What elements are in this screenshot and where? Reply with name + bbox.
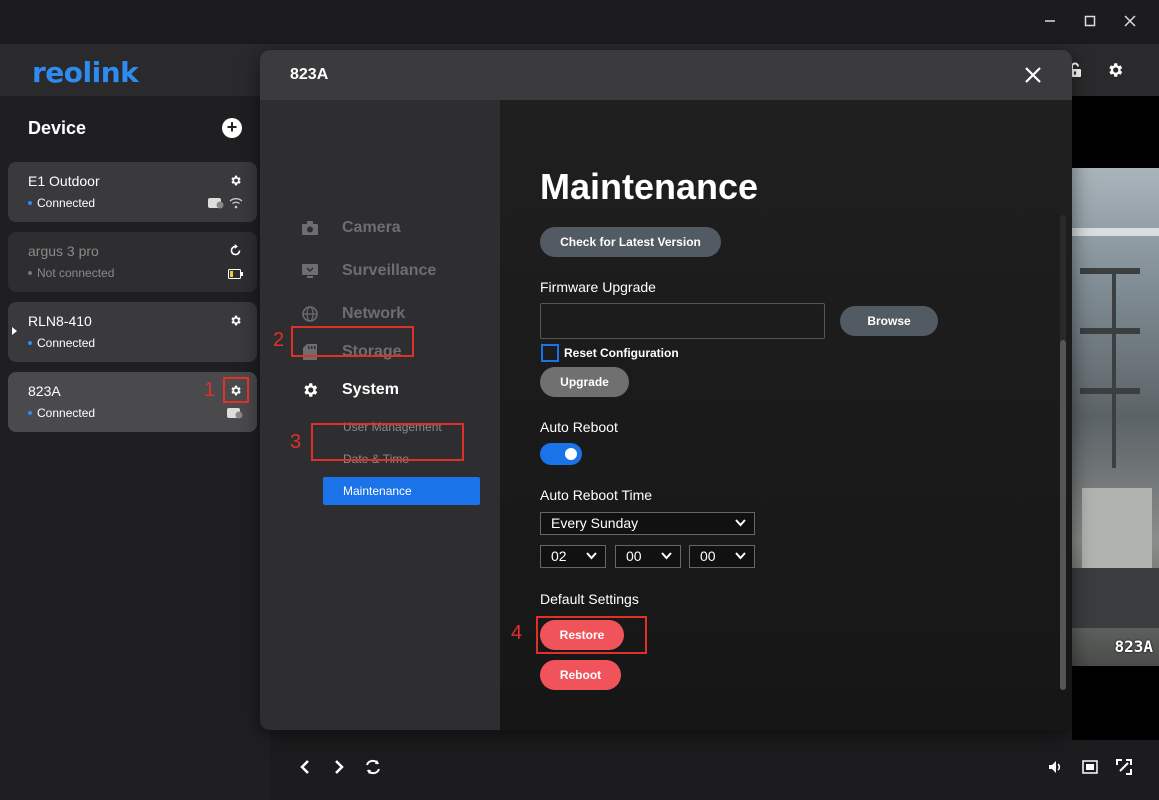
camera-icon (300, 218, 320, 238)
expand-arrow-icon[interactable] (12, 327, 17, 335)
browse-button[interactable]: Browse (840, 306, 938, 336)
chevron-right-icon[interactable] (330, 758, 348, 776)
fullscreen-icon[interactable] (1115, 758, 1133, 776)
device-status: Connected (28, 196, 95, 210)
window-controls (1041, 12, 1139, 30)
nav-item-network[interactable]: Network (300, 302, 405, 326)
annotation-box-3 (311, 423, 464, 461)
playback-toolbar (270, 740, 1159, 800)
annotation-number-1: 1 (204, 379, 216, 401)
device-settings-modal: 823A Camera Surveillance Network Storage… (260, 50, 1072, 730)
device-settings-gear-icon[interactable] (227, 172, 243, 188)
battery-icon (228, 266, 243, 284)
chevron-down-icon (733, 548, 747, 564)
device-settings-gear-icon[interactable] (227, 312, 243, 328)
settings-nav: Camera Surveillance Network Storage Syst… (260, 100, 500, 730)
nav-item-camera[interactable]: Camera (300, 216, 401, 240)
device-name: RLN8-410 (28, 313, 92, 329)
reboot-minute-select[interactable]: 00 (615, 545, 681, 568)
globe-icon (300, 304, 320, 324)
device-status: Not connected (28, 266, 114, 280)
device-item-e1-outdoor[interactable]: E1 Outdoor Connected (8, 162, 257, 222)
reset-configuration-checkbox[interactable] (541, 344, 559, 362)
scroll-thumb[interactable] (1060, 340, 1066, 690)
camera-card-icon (208, 196, 224, 214)
reboot-second-select[interactable]: 00 (689, 545, 755, 568)
annotation-number-2: 2 (273, 329, 285, 351)
annotation-box-1 (223, 377, 249, 403)
firmware-upgrade-label: Firmware Upgrade (540, 279, 656, 295)
window-layout-icon[interactable] (1081, 758, 1099, 776)
device-item-argus-3-pro[interactable]: argus 3 pro Not connected (8, 232, 257, 292)
camera-card-icon (227, 406, 243, 424)
chevron-down-icon (584, 548, 598, 564)
device-item-rln8-410[interactable]: RLN8-410 Connected (8, 302, 257, 362)
close-window-icon[interactable] (1121, 12, 1139, 30)
device-name: 823A (28, 383, 61, 399)
minimize-icon[interactable] (1041, 12, 1059, 30)
auto-reboot-toggle[interactable] (540, 443, 582, 465)
check-latest-version-button[interactable]: Check for Latest Version (540, 227, 721, 257)
gear-icon (300, 380, 320, 400)
auto-reboot-label: Auto Reboot (540, 419, 618, 435)
reset-configuration-label: Reset Configuration (564, 346, 679, 360)
reboot-hour-select[interactable]: 02 (540, 545, 606, 568)
device-status: Connected (28, 406, 95, 420)
reboot-day-select[interactable]: Every Sunday (540, 512, 755, 535)
refresh-icon[interactable] (364, 758, 382, 776)
auto-reboot-time-label: Auto Reboot Time (540, 487, 653, 503)
page-title: Maintenance (540, 166, 759, 207)
volume-icon[interactable] (1047, 758, 1065, 776)
chevron-down-icon (659, 548, 673, 564)
settings-gear-icon[interactable] (1105, 60, 1125, 80)
camera-preview: 823A (1072, 168, 1159, 666)
firmware-file-field[interactable] (540, 303, 825, 339)
modal-header: 823A (260, 50, 1072, 100)
wifi-icon (229, 196, 243, 214)
device-name: E1 Outdoor (28, 173, 100, 189)
camera-label: 823A (1114, 637, 1153, 656)
sub-item-maintenance[interactable]: Maintenance (323, 477, 480, 505)
upgrade-button[interactable]: Upgrade (540, 367, 629, 397)
maximize-icon[interactable] (1081, 12, 1099, 30)
annotation-number-3: 3 (290, 431, 302, 453)
chevron-down-icon (733, 515, 747, 531)
sidebar-title: Device (28, 118, 87, 138)
nav-item-surveillance[interactable]: Surveillance (300, 259, 436, 283)
device-sidebar: Device + E1 Outdoor Connected argus 3 pr… (0, 96, 270, 800)
modal-title: 823A (290, 66, 329, 83)
device-item-823a[interactable]: 823A Connected (8, 372, 257, 432)
device-status: Connected (28, 336, 95, 350)
monitor-icon (300, 261, 320, 281)
reconnect-icon[interactable] (227, 242, 243, 258)
nav-item-system[interactable]: System (300, 378, 399, 402)
annotation-box-2 (291, 326, 414, 357)
default-settings-label: Default Settings (540, 591, 639, 607)
annotation-box-4 (536, 616, 647, 654)
device-name: argus 3 pro (28, 243, 99, 259)
chevron-left-icon[interactable] (296, 758, 314, 776)
reboot-button[interactable]: Reboot (540, 660, 621, 690)
reolink-logo: reolink (32, 56, 139, 89)
annotation-number-4: 4 (511, 622, 523, 644)
add-device-button[interactable]: + (222, 118, 242, 138)
close-icon[interactable] (1022, 64, 1044, 86)
scrollbar[interactable] (1060, 215, 1066, 690)
